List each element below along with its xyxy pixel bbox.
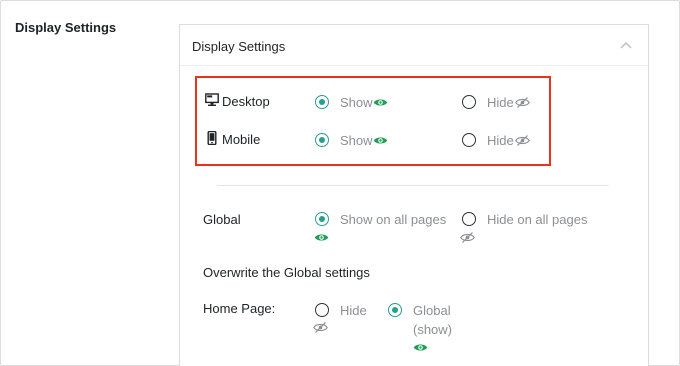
settings-row-label: Display Settings <box>15 20 117 35</box>
home-page-hide-radio[interactable] <box>315 303 329 317</box>
home-page-label: Home Page: <box>203 301 276 316</box>
global-show-radio[interactable] <box>315 212 329 226</box>
desktop-show-radio[interactable] <box>315 95 329 109</box>
global-show-label: Show on all pages <box>340 212 447 227</box>
global-hide-label: Hide on all pages <box>487 212 588 227</box>
device-visibility-highlight <box>195 76 551 166</box>
panel-header[interactable]: Display Settings <box>180 25 648 66</box>
eye-icon <box>314 234 329 241</box>
global-label: Global <box>203 212 241 227</box>
mobile-show-radio[interactable] <box>315 133 329 147</box>
mobile-hide-radio[interactable] <box>462 133 476 147</box>
desktop-hide-radio[interactable] <box>462 95 476 109</box>
overwrite-heading: Overwrite the Global settings <box>203 265 370 280</box>
eye-icon <box>413 344 428 351</box>
chevron-up-icon[interactable] <box>618 38 634 54</box>
global-hide-radio[interactable] <box>462 212 476 226</box>
eye-off-icon <box>460 232 475 243</box>
eye-off-icon <box>515 97 530 108</box>
eye-off-icon <box>515 135 530 146</box>
mobile-hide-label: Hide <box>487 133 514 148</box>
desktop-hide-label: Hide <box>487 95 514 110</box>
home-page-global-label: Global <box>413 303 451 318</box>
eye-off-icon <box>313 322 328 333</box>
desktop-icon <box>205 93 219 107</box>
mobile-show-label: Show <box>340 133 373 148</box>
eye-icon <box>373 137 388 144</box>
home-page-global-sublabel: (show) <box>413 322 453 337</box>
mobile-icon <box>205 130 219 146</box>
panel-title: Display Settings <box>192 39 286 54</box>
device-label-mobile: Mobile <box>222 132 261 147</box>
home-page-global-radio[interactable] <box>388 303 402 317</box>
desktop-show-label: Show <box>340 95 373 110</box>
eye-icon <box>373 99 388 106</box>
section-divider <box>217 185 609 186</box>
home-page-hide-label: Hide <box>340 303 367 318</box>
device-label-desktop: Desktop <box>222 94 270 109</box>
